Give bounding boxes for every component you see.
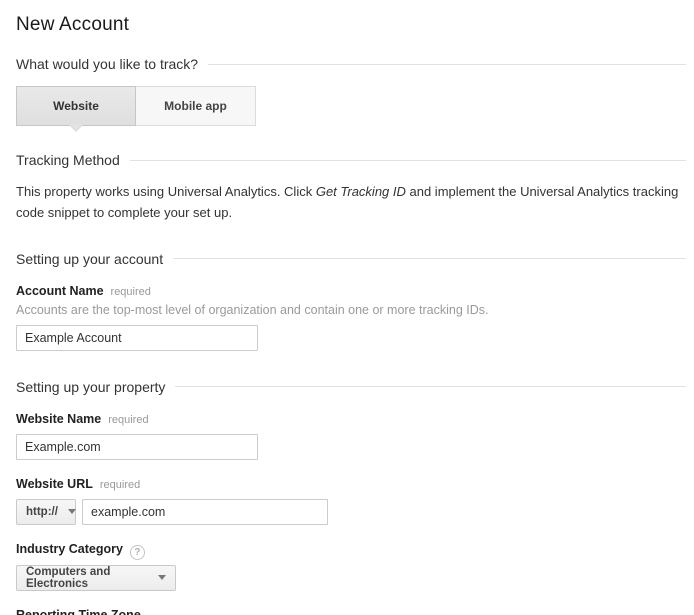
track-section-heading-label: What would you like to track?	[16, 56, 198, 72]
industry-category-label-row: Industry Category ?	[16, 542, 686, 558]
account-section-heading: Setting up your account	[16, 251, 686, 267]
section-divider	[175, 386, 686, 387]
tab-mobile-app-label: Mobile app	[164, 99, 227, 113]
website-url-label-row: Website URL required	[16, 477, 686, 491]
description-italic: Get Tracking ID	[316, 184, 406, 199]
chevron-down-icon	[68, 509, 76, 514]
description-pre: This property works using Universal Anal…	[16, 184, 316, 199]
account-name-required-badge: required	[111, 286, 151, 298]
website-url-label: Website URL	[16, 477, 93, 491]
section-divider	[173, 258, 686, 259]
reporting-time-zone-label: Reporting Time Zone	[16, 608, 141, 615]
website-name-label-row: Website Name required	[16, 412, 686, 426]
website-url-row: http://	[16, 499, 686, 525]
website-name-required-badge: required	[108, 414, 148, 426]
new-account-form: New Account What would you like to track…	[16, 0, 686, 615]
website-name-label: Website Name	[16, 412, 101, 426]
tab-mobile-app[interactable]: Mobile app	[136, 86, 256, 126]
property-section-heading: Setting up your property	[16, 379, 686, 395]
tracking-method-description: This property works using Universal Anal…	[16, 181, 686, 224]
industry-category-value: Computers and Electronics	[26, 566, 148, 590]
tracking-method-heading-label: Tracking Method	[16, 152, 120, 168]
url-protocol-value: http://	[26, 506, 58, 518]
reporting-time-zone-label-row: Reporting Time Zone	[16, 608, 686, 615]
section-divider	[130, 160, 686, 161]
tab-website[interactable]: Website	[16, 86, 136, 126]
chevron-down-icon	[158, 575, 166, 580]
page-title: New Account	[16, 14, 686, 36]
account-name-label-row: Account Name required	[16, 284, 686, 298]
track-type-tabs: Website Mobile app	[16, 86, 686, 126]
industry-category-dropdown[interactable]: Computers and Electronics	[16, 565, 176, 591]
account-name-input[interactable]	[16, 325, 258, 351]
url-protocol-dropdown[interactable]: http://	[16, 499, 76, 525]
property-section-heading-label: Setting up your property	[16, 379, 165, 395]
website-url-required-badge: required	[100, 479, 140, 491]
account-section-heading-label: Setting up your account	[16, 251, 163, 267]
account-name-label: Account Name	[16, 284, 104, 298]
track-section-heading: What would you like to track?	[16, 56, 686, 72]
account-name-helper-text: Accounts are the top-most level of organ…	[16, 303, 686, 317]
tracking-method-heading: Tracking Method	[16, 152, 686, 168]
section-divider	[208, 64, 686, 65]
industry-category-label: Industry Category	[16, 542, 123, 556]
help-icon[interactable]: ?	[130, 545, 145, 560]
tab-website-label: Website	[53, 99, 99, 113]
selected-tab-pointer-icon	[69, 125, 83, 132]
website-url-input[interactable]	[82, 499, 328, 525]
website-name-input[interactable]	[16, 434, 258, 460]
